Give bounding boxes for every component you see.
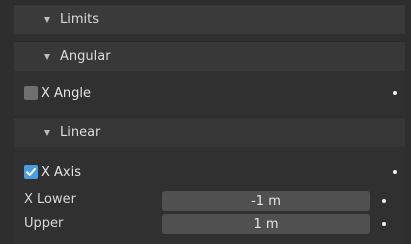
upper-field[interactable]: 1 m: [162, 214, 370, 234]
upper-value: 1 m: [253, 216, 279, 232]
collapse-triangle-icon: [44, 53, 50, 60]
angular-label: Angular: [60, 49, 111, 64]
collapse-triangle-icon: [44, 16, 50, 23]
x-angle-row: X Angle: [24, 82, 397, 104]
checkmark-icon: [26, 168, 36, 176]
animate-property-dot-icon[interactable]: [382, 199, 386, 203]
x-angle-checkbox[interactable]: [24, 86, 38, 100]
limits-label: Limits: [60, 12, 99, 27]
animate-property-dot-icon[interactable]: [382, 222, 386, 226]
x-lower-label: X Lower: [24, 192, 76, 207]
limits-panel-header[interactable]: Limits: [14, 4, 405, 34]
animate-property-dot-icon[interactable]: [393, 170, 397, 174]
x-angle-label: X Angle: [41, 85, 92, 101]
upper-label: Upper: [24, 216, 64, 231]
properties-panel: Limits Angular X Angle Linear X Axis X L…: [0, 0, 411, 244]
x-axis-row: X Axis: [24, 161, 397, 183]
angular-panel-header[interactable]: Angular: [14, 41, 405, 71]
x-lower-field[interactable]: -1 m: [162, 191, 370, 211]
linear-label: Linear: [60, 125, 101, 140]
linear-panel-header[interactable]: Linear: [14, 117, 405, 147]
x-lower-value: -1 m: [251, 193, 281, 209]
animate-property-dot-icon[interactable]: [393, 91, 397, 95]
x-axis-label: X Axis: [41, 164, 82, 180]
x-axis-checkbox[interactable]: [24, 165, 38, 179]
collapse-triangle-icon: [44, 129, 50, 136]
